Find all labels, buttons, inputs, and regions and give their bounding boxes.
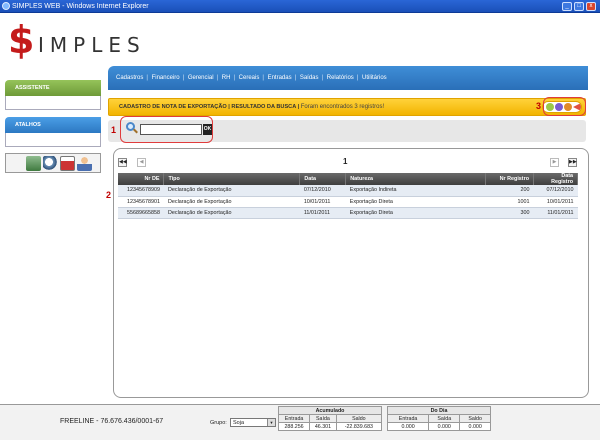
col-data-registro[interactable]: Data Registro — [533, 173, 578, 185]
table-row[interactable]: 55689665858 Declaração de Exportação 11/… — [118, 207, 578, 219]
cell-tipo: Declaração de Exportação — [163, 185, 300, 197]
maximize-button[interactable]: □ — [574, 2, 584, 11]
acumulado-col-saida: Saída — [309, 414, 337, 423]
sidebar-assistente-panel — [5, 96, 101, 110]
sidebar-atalhos[interactable]: ATALHOS — [5, 117, 101, 133]
cell-nr-registro: 1001 — [485, 196, 534, 208]
sidebar-tools — [5, 153, 101, 173]
nav-utilitarios[interactable]: Utilitários — [362, 75, 387, 81]
nav-relatorios[interactable]: Relatórios — [327, 75, 354, 81]
nav-entradas[interactable]: Entradas — [268, 75, 292, 81]
calendar-icon[interactable] — [60, 156, 75, 171]
dodia-title: Do Dia — [387, 406, 491, 415]
cell-natureza: Exportação Indireta — [345, 185, 486, 197]
grupo-select[interactable]: Soja ▼ — [230, 418, 276, 427]
annotation-1: 1 — [111, 125, 117, 135]
logo-dollar: $ — [8, 18, 35, 62]
annotation-2: 2 — [106, 190, 112, 200]
cell-natureza: Exportação Direta — [345, 207, 486, 219]
acumulado-saldo: -22.839.683 — [335, 422, 383, 431]
breadcrumb-title: CADASTRO DE NOTA DE EXPORTAÇÃO | RESULTA… — [119, 104, 300, 110]
cell-nr-registro: 200 — [485, 185, 534, 197]
ie-icon — [2, 2, 10, 10]
breadcrumb: CADASTRO DE NOTA DE EXPORTAÇÃO | RESULTA… — [108, 98, 586, 116]
cell-natureza: Exportação Direta — [345, 196, 486, 208]
annotation-box-3 — [543, 97, 586, 116]
window-titlebar: SIMPLES WEB - Windows Internet Explorer … — [0, 0, 600, 13]
acumulado-summary: Acumulado Entrada Saída Saldo 288.256 46… — [277, 406, 383, 431]
cell-tipo: Declaração de Exportação — [163, 207, 300, 219]
annotation-3: 3 — [536, 101, 542, 111]
col-nr-de[interactable]: Nr DE — [118, 173, 165, 185]
search-icon[interactable] — [43, 156, 58, 171]
company-info: FREELINE - 76.676.436/0001-67 — [60, 418, 164, 425]
nav-cereais[interactable]: Cereais — [239, 75, 260, 81]
nav-gerencial[interactable]: Gerencial — [188, 75, 214, 81]
logo-text: IMPLES — [38, 33, 146, 57]
dodia-saida: 0.000 — [428, 422, 461, 431]
sidebar-assistente[interactable]: ASSISTENTE — [5, 80, 101, 96]
cell-nr-de: 12345678909 — [118, 185, 164, 197]
grupo-label: Grupo: — [210, 420, 227, 426]
dodia-col-saldo: Saldo — [459, 414, 491, 423]
last-page-button[interactable]: ▶▶ — [568, 158, 577, 167]
nav-rh[interactable]: RH — [222, 75, 231, 81]
table-row[interactable]: 12345678901 Declaração de Exportação 10/… — [118, 196, 578, 208]
cell-tipo: Declaração de Exportação — [163, 196, 300, 208]
nav-cadastros[interactable]: Cadastros — [116, 75, 143, 81]
table-row[interactable]: 12345678909 Declaração de Exportação 07/… — [118, 185, 578, 197]
prev-page-button[interactable]: ◀ — [137, 158, 146, 167]
annotation-box-1 — [120, 116, 213, 143]
page-number[interactable]: 1 — [343, 157, 347, 166]
dodia-summary: Do Dia Entrada Saída Saldo 0.000 0.000 0… — [386, 406, 491, 431]
cell-data-registro: 07/12/2010 — [533, 185, 578, 197]
col-natureza[interactable]: Natureza — [345, 173, 487, 185]
nav-financeiro[interactable]: Financeiro — [152, 75, 180, 81]
table-header: Nr DE Tipo Data Natureza Nr Registro Dat… — [118, 173, 578, 185]
close-button[interactable]: x — [586, 2, 596, 11]
nav-saidas[interactable]: Saídas — [300, 75, 319, 81]
col-data[interactable]: Data — [299, 173, 347, 185]
cell-data: 10/01/2011 — [299, 196, 346, 208]
next-page-button[interactable]: ▶ — [550, 158, 559, 167]
window-title: SIMPLES WEB - Windows Internet Explorer — [12, 3, 149, 10]
cell-data-registro: 11/01/2011 — [533, 207, 578, 219]
cell-nr-registro: 300 — [485, 207, 534, 219]
dodia-col-saida: Saída — [428, 414, 461, 423]
dodia-col-entrada: Entrada — [386, 414, 430, 423]
results-table: Nr DE Tipo Data Natureza Nr Registro Dat… — [118, 173, 578, 219]
cell-data-registro: 10/01/2011 — [533, 196, 578, 208]
calculator-icon[interactable] — [26, 156, 41, 171]
dodia-entrada: 0.000 — [386, 422, 430, 431]
records-found: Foram encontrados 3 registros! — [300, 104, 385, 110]
first-page-button[interactable]: ◀◀ — [118, 158, 127, 167]
cell-data: 07/12/2010 — [299, 185, 346, 197]
acumulado-col-entrada: Entrada — [277, 414, 311, 423]
acumulado-col-saldo: Saldo — [335, 414, 383, 423]
acumulado-title: Acumulado — [278, 406, 382, 415]
acumulado-saida: 46.301 — [309, 422, 337, 431]
grupo-value: Soja — [233, 420, 245, 426]
sidebar-atalhos-panel — [5, 133, 101, 147]
cell-nr-de: 12345678901 — [118, 196, 164, 208]
chevron-down-icon[interactable]: ▼ — [267, 419, 275, 426]
acumulado-entrada: 288.256 — [277, 422, 311, 431]
minimize-button[interactable]: _ — [562, 2, 572, 11]
cell-nr-de: 55689665858 — [118, 207, 164, 219]
col-tipo[interactable]: Tipo — [163, 173, 301, 185]
col-nr-registro[interactable]: Nr Registro — [485, 173, 534, 185]
main-navbar: Cadastros | Financeiro | Gerencial | RH | Ce… — [108, 66, 588, 90]
user-icon[interactable] — [77, 156, 92, 171]
dodia-saldo: 0.000 — [459, 422, 491, 431]
cell-data: 11/01/2011 — [299, 207, 346, 219]
